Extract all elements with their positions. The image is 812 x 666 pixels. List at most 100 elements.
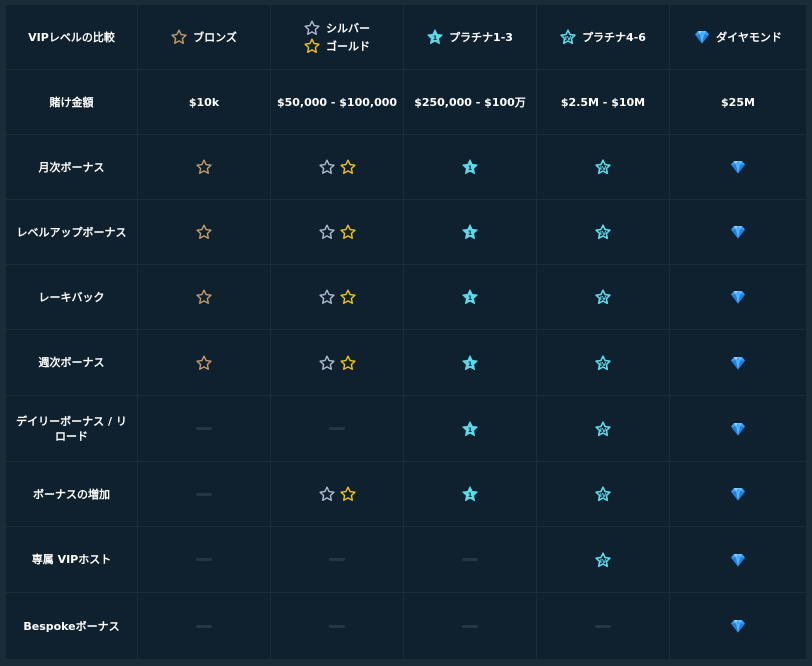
platinum-iv-star-icon: IV	[560, 29, 576, 45]
gold-star-icon	[339, 289, 356, 305]
platinum-star-icon: 1	[462, 420, 478, 437]
wager-value: $250,000 - $100万	[414, 95, 526, 109]
platinum-iv-star-icon: IV	[595, 551, 611, 568]
tier-label-gold: ゴールド	[326, 39, 370, 53]
feature-cell-silver-gold	[271, 200, 404, 265]
svg-text:1: 1	[468, 164, 473, 172]
row-label: 月次ボーナス	[38, 160, 105, 174]
row-label: 週次ボーナス	[38, 356, 105, 369]
feature-cell-platinum-1-3: 1	[404, 265, 537, 330]
svg-text:IV: IV	[565, 36, 572, 42]
svg-text:1: 1	[468, 294, 473, 302]
feature-cell-platinum-4-6: IV	[537, 200, 670, 265]
tier-label: ブロンズ	[193, 30, 237, 44]
silver-star-icon	[318, 289, 335, 305]
svg-text:IV: IV	[600, 166, 607, 172]
row-label: ボーナスの増加	[33, 487, 110, 501]
row-label: Bespokeボーナス	[23, 619, 120, 633]
platinum-iv-star-icon: IV	[595, 159, 611, 175]
bronze-star-icon	[171, 29, 187, 45]
feature-cell-platinum-4-6: IV	[537, 135, 670, 200]
platinum-iv-star-icon: IV	[595, 224, 611, 240]
row-label-cell: レベルアップボーナス	[6, 200, 138, 265]
platinum-star-icon: 1	[462, 224, 478, 240]
silver-star-icon	[318, 486, 335, 502]
header-vip-level-comparison: VIPレベルの比較	[6, 5, 138, 70]
platinum-star-icon: 1	[427, 29, 443, 45]
not-available-dash	[196, 624, 212, 628]
platinum-iv-star-icon: IV	[595, 354, 611, 371]
wager-value: $25M	[721, 95, 755, 109]
feature-cell-silver-gold	[271, 135, 404, 200]
silver-star-icon	[318, 224, 335, 240]
platinum-star-icon: 1	[462, 354, 478, 371]
row-label-cell: ボーナスの増加	[6, 462, 138, 527]
feature-cell-platinum-1-3: 1	[404, 135, 537, 200]
wager-platinum-1-3: $250,000 - $100万	[404, 70, 537, 135]
silver-star-icon	[318, 159, 335, 175]
tier-label-silver: シルバー	[326, 21, 370, 35]
row-label: レーキバック	[38, 290, 105, 304]
feature-cell-diamond	[670, 396, 806, 462]
gold-star-icon	[339, 159, 356, 175]
gold-star-icon	[304, 38, 320, 54]
row-label: 賭け金額	[49, 95, 94, 109]
diamond-icon	[730, 486, 746, 502]
feature-cell-diamond	[670, 135, 806, 200]
not-available-dash	[462, 558, 478, 561]
feature-cell-platinum-1-3: 1	[404, 200, 537, 265]
tier-label: ダイヤモンド	[716, 30, 782, 44]
feature-cell-platinum-4-6	[537, 593, 670, 659]
header-tier-platinum-1-3: 1 プラチナ1-3	[404, 5, 537, 70]
feature-cell-bronze	[138, 330, 271, 396]
platinum-star-icon: 1	[462, 159, 478, 175]
row-label-cell: 月次ボーナス	[6, 135, 138, 200]
platinum-iv-star-icon: IV	[595, 486, 611, 502]
feature-cell-platinum-4-6: IV	[537, 265, 670, 330]
feature-cell-bronze	[138, 462, 271, 527]
svg-text:IV: IV	[600, 493, 607, 499]
row-label-cell: デイリーボーナス / リロード	[6, 396, 138, 462]
row-label: 専属 VIPホスト	[31, 553, 112, 566]
diamond-icon	[730, 421, 746, 437]
not-available-dash	[595, 624, 611, 628]
row-label-cell: レーキバック	[6, 265, 138, 330]
svg-text:1: 1	[468, 426, 473, 434]
row-label: レベルアップボーナス	[16, 225, 127, 239]
diamond-icon	[730, 224, 746, 240]
not-available-dash	[329, 558, 345, 561]
svg-text:1: 1	[468, 491, 473, 499]
feature-cell-platinum-1-3: 1	[404, 462, 537, 527]
wager-diamond: $25M	[670, 70, 806, 135]
silver-gold-icons	[318, 289, 356, 305]
row-label-cell: 専属 VIPホスト	[6, 527, 138, 593]
svg-text:IV: IV	[600, 296, 607, 302]
diamond-icon	[730, 289, 746, 305]
diamond-icon	[730, 159, 746, 175]
feature-cell-silver-gold	[271, 527, 404, 593]
feature-cell-platinum-1-3	[404, 527, 537, 593]
diamond-icon	[730, 618, 746, 634]
feature-cell-bronze	[138, 396, 271, 462]
gold-star-icon	[339, 224, 356, 240]
platinum-star-icon: 1	[462, 289, 478, 305]
feature-cell-platinum-4-6: IV	[537, 396, 670, 462]
bronze-star-icon	[196, 355, 212, 371]
feature-cell-diamond	[670, 462, 806, 527]
feature-cell-silver-gold	[271, 396, 404, 462]
tier-label: プラチナ4-6	[582, 30, 646, 44]
feature-cell-diamond	[670, 265, 806, 330]
silver-star-icon	[304, 20, 320, 36]
wager-value: $50,000 - $100,000	[276, 95, 398, 109]
feature-cell-platinum-4-6: IV	[537, 462, 670, 527]
bronze-star-icon	[196, 159, 212, 175]
silver-gold-icons	[318, 159, 356, 175]
not-available-dash	[329, 624, 345, 628]
platinum-iv-star-icon: IV	[595, 289, 611, 305]
svg-text:IV: IV	[600, 558, 607, 564]
feature-cell-platinum-4-6: IV	[537, 330, 670, 396]
svg-text:IV: IV	[600, 361, 607, 367]
bronze-star-icon	[196, 289, 212, 305]
not-available-dash	[196, 558, 212, 561]
feature-cell-silver-gold	[271, 593, 404, 659]
